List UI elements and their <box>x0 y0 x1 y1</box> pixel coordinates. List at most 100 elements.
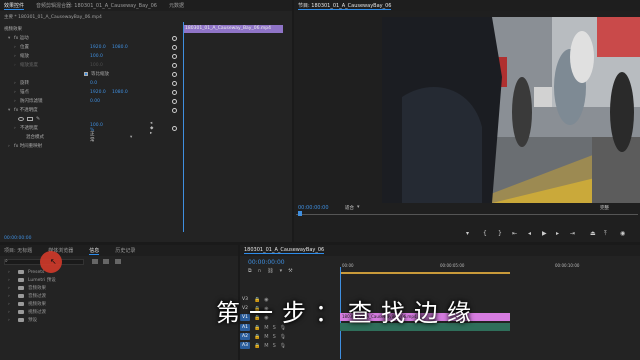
chevron-down-icon[interactable]: ▾ <box>357 204 360 210</box>
anchor-y-value[interactable]: 1080.0 <box>112 90 128 95</box>
tab-audio-clip-mixer[interactable]: 音频剪辑混合器: 180301_01_A_Causeway_Bay_06 <box>36 2 157 9</box>
tab-effect-controls[interactable]: 效果控件 <box>4 2 25 10</box>
lock-icon[interactable]: 🔒 <box>254 334 260 340</box>
rectangle-mask-icon[interactable] <box>27 117 33 121</box>
blend-mode-select[interactable]: 正常 <box>90 131 95 143</box>
reset-icon[interactable] <box>172 63 177 68</box>
mute-icon[interactable]: M <box>264 334 268 340</box>
work-area-bar[interactable] <box>340 272 510 274</box>
pen-mask-icon[interactable]: ✎ <box>36 116 40 122</box>
step-back-icon[interactable]: ◂ <box>528 230 531 237</box>
nest-icon[interactable]: ⧉ <box>248 268 252 274</box>
anti-flicker-value[interactable]: 0.00 <box>90 99 100 104</box>
effect-row-opacity-value[interactable]: › 不透明度 100.0 % ◂ ◆ ▸ <box>0 121 153 136</box>
playhead-marker-icon[interactable] <box>298 211 302 216</box>
reset-icon[interactable] <box>172 45 177 50</box>
reset-icon[interactable] <box>172 81 177 86</box>
effect-row-blend-mode[interactable]: 混合模式 正常 ▾ <box>0 132 132 143</box>
mark-out-icon[interactable]: } <box>498 230 502 237</box>
mute-icon[interactable]: M <box>264 343 268 349</box>
accelerated-effects-icon[interactable] <box>92 259 98 264</box>
effect-row-rotation[interactable]: › 旋转 0.0 <box>0 79 97 87</box>
step-forward-icon[interactable]: ▸ <box>556 230 559 237</box>
reset-icon[interactable] <box>172 108 177 113</box>
chevron-down-icon[interactable]: ▾ <box>130 135 132 140</box>
folder-icon <box>18 286 24 290</box>
list-item[interactable]: › Lumetri 预设 <box>8 276 56 284</box>
snap-icon[interactable]: ∩ <box>258 268 262 274</box>
list-item[interactable]: › Presets <box>8 268 44 276</box>
project-panel: 项目: 无标题 媒体浏览器 信息 历史记录 ⌕ › Presets › Lumetr… <box>0 245 238 360</box>
effect-controls-tabbar: 效果控件 音频剪辑混合器: 180301_01_A_Causeway_Bay_0… <box>0 0 292 11</box>
uniform-scale-checkbox[interactable]: 等比缩放 <box>0 70 109 78</box>
list-item[interactable]: › 音频过渡 <box>8 292 46 300</box>
reset-icon[interactable] <box>172 54 177 59</box>
reset-icon[interactable] <box>172 90 177 95</box>
add-marker-icon[interactable]: ▾ <box>466 230 469 237</box>
effect-row-anti-flicker[interactable]: › 防闪烁滤镜 0.00 <box>0 97 100 105</box>
export-frame-icon[interactable]: ◉ <box>620 230 625 237</box>
32bit-effects-icon[interactable] <box>103 259 109 264</box>
ellipse-mask-icon[interactable] <box>18 117 24 121</box>
go-to-out-icon[interactable]: ⇥ <box>570 230 575 237</box>
lock-icon[interactable]: 🔒 <box>254 343 260 349</box>
list-item[interactable]: › 视频过渡 <box>8 308 46 316</box>
mini-time-ruler[interactable] <box>296 214 638 215</box>
lift-icon[interactable]: ⏏ <box>590 230 596 237</box>
position-y-value[interactable]: 1080.0 <box>112 45 128 50</box>
playhead-line <box>183 22 184 232</box>
list-item[interactable]: › 预设 <box>8 316 37 324</box>
effect-row-anchor[interactable]: › 锚点 1920.0 1080.0 <box>0 88 128 96</box>
mark-in-icon[interactable]: { <box>483 230 487 237</box>
effect-row-position[interactable]: › 位置 1920.0 1080.0 <box>0 43 128 51</box>
list-item[interactable]: › 视频效果 <box>8 300 46 308</box>
folder-icon <box>18 294 24 298</box>
wrench-icon[interactable]: ⚒ <box>288 268 292 274</box>
folder-icon <box>18 278 24 282</box>
tab-info[interactable]: 信息 <box>89 247 100 255</box>
extract-icon[interactable]: ⤒ <box>604 230 607 238</box>
effect-row-scale[interactable]: › 缩放 100.0 <box>0 52 103 60</box>
timeline-tools: ⧉ ∩ ⛓ ▾ ⚒ <box>248 268 293 274</box>
mic-icon[interactable]: 🎙 <box>280 334 286 340</box>
keyframe-nav-icon[interactable]: ◂ ◆ ▸ <box>150 121 153 136</box>
checkbox-icon[interactable] <box>84 72 88 76</box>
tab-history[interactable]: 历史记录 <box>115 247 135 254</box>
anchor-x-value[interactable]: 1920.0 <box>90 90 106 95</box>
add-marker-icon[interactable]: ▾ <box>280 268 283 274</box>
tab-project[interactable]: 项目: 无标题 <box>4 247 32 254</box>
track-a2[interactable]: A2 🔒 M S 🎙 <box>240 332 340 341</box>
reset-icon[interactable] <box>172 36 177 41</box>
time-ruler[interactable]: 00:00 00:00:05:00 00:00:10:00 <box>340 259 579 273</box>
effect-row-opacity[interactable]: ▾ fx 不透明度 <box>0 106 38 114</box>
scale-value[interactable]: 100.0 <box>90 54 103 59</box>
solo-icon[interactable]: S <box>273 343 276 349</box>
rotation-value[interactable]: 0.0 <box>90 81 97 86</box>
list-item[interactable]: › 音频效果 <box>8 284 46 292</box>
reset-icon[interactable] <box>172 72 177 77</box>
play-icon[interactable]: ▶ <box>542 230 547 237</box>
tab-sequence[interactable]: 180301_01_A_CausewayBay_06 <box>244 247 325 254</box>
ruler-label: 00:00 <box>342 263 354 268</box>
effect-row-time-remap[interactable]: › fx 时间重映射 <box>0 142 42 150</box>
effect-row-motion[interactable]: ▾ fx 运动 <box>0 34 29 42</box>
track-a3[interactable]: A3 🔒 M S 🎙 <box>240 341 340 350</box>
yuv-effects-icon[interactable] <box>115 259 121 264</box>
tab-program[interactable]: 节目: 180301_01_A_CausewayBay_06 <box>298 2 392 10</box>
fit-select[interactable]: 适合 <box>345 205 354 211</box>
go-to-in-icon[interactable]: ⇤ <box>512 230 517 237</box>
mask-tools-row: ✎ <box>0 115 40 123</box>
fraction-select[interactable]: 完整 <box>600 205 609 211</box>
program-timecode[interactable]: 00:00:00:00 <box>298 205 329 211</box>
program-video-frame <box>382 17 640 203</box>
folder-icon <box>18 310 24 314</box>
mic-icon[interactable]: 🎙 <box>280 343 286 349</box>
timeline-timecode[interactable]: 00:00:00:00 <box>248 259 285 266</box>
reset-icon[interactable] <box>172 99 177 104</box>
linked-selection-icon[interactable]: ⛓ <box>267 268 273 274</box>
effect-controls-timecode[interactable]: 00:00:00:00 <box>4 236 31 241</box>
tab-metadata[interactable]: 元数据 <box>169 2 184 9</box>
solo-icon[interactable]: S <box>273 334 276 340</box>
reset-icon[interactable] <box>172 126 177 131</box>
position-x-value[interactable]: 1920.0 <box>90 45 106 50</box>
